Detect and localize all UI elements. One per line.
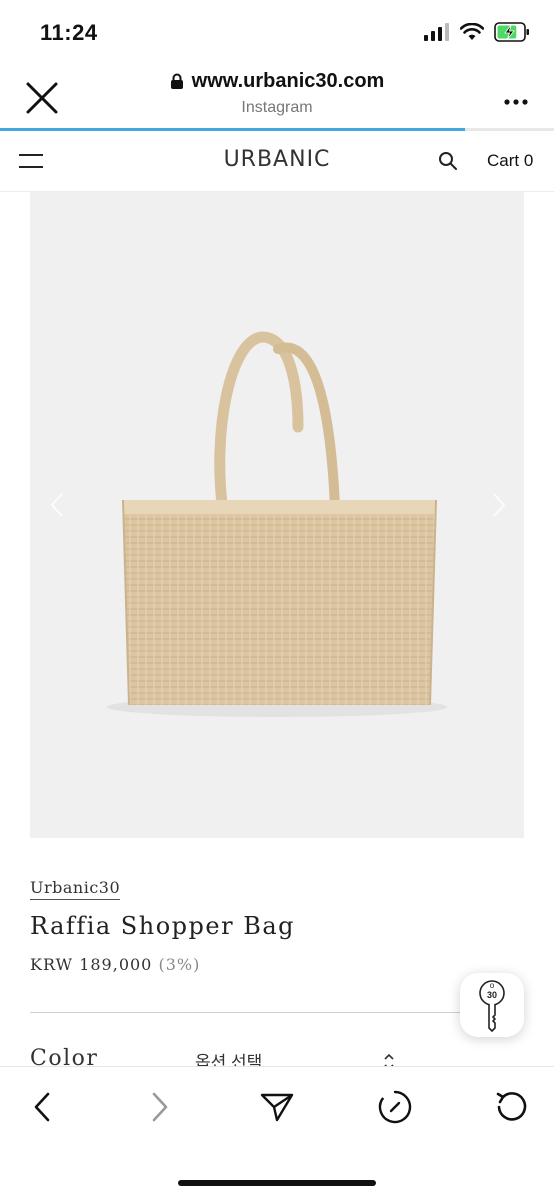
- price-currency: KRW: [30, 955, 74, 974]
- battery-charging-icon: [494, 22, 529, 42]
- cart-count: 0: [523, 151, 534, 170]
- chevron-right-icon: [493, 493, 506, 517]
- chevron-left-icon: [50, 493, 63, 517]
- price-value: 189,000: [79, 955, 153, 974]
- search-icon: [439, 152, 457, 170]
- cart-label: Cart: [487, 151, 520, 170]
- browser-bar: www.urbanic30.com Instagram: [0, 64, 554, 130]
- close-button[interactable]: [22, 78, 62, 118]
- product-title: Raffia Shopper Bag: [30, 912, 295, 940]
- key-icon: o 30: [479, 980, 505, 1032]
- price-discount: (3%): [158, 955, 201, 974]
- status-icons: [424, 22, 530, 42]
- more-icon: [504, 99, 528, 105]
- brand-link[interactable]: Urbanic30: [30, 878, 121, 900]
- raffia-bag-image: [107, 331, 447, 717]
- signal-icon: [424, 23, 449, 41]
- chevron-left-icon: [34, 1092, 50, 1122]
- slider-prev-button[interactable]: [50, 492, 64, 523]
- key-floating-button[interactable]: o 30: [460, 973, 524, 1037]
- lock-icon: [170, 73, 183, 89]
- browser-toolbar: [0, 1066, 554, 1201]
- status-time: 11:24: [40, 20, 98, 45]
- color-label: Color: [30, 1046, 99, 1068]
- wifi-icon: [460, 23, 484, 40]
- back-button[interactable]: [22, 1087, 62, 1127]
- home-indicator: [178, 1180, 376, 1186]
- site-header: URBANIC Cart 0: [0, 131, 554, 192]
- share-button[interactable]: [257, 1087, 297, 1127]
- close-icon: [26, 82, 58, 114]
- reload-icon: [496, 1092, 527, 1121]
- slider-next-button[interactable]: [492, 492, 506, 523]
- svg-text:o: o: [490, 981, 495, 990]
- menu-button[interactable]: [18, 151, 44, 171]
- timer-icon: [378, 1090, 412, 1124]
- product-image[interactable]: [30, 192, 524, 838]
- status-bar: 11:24: [0, 0, 554, 64]
- forward-button[interactable]: [140, 1087, 180, 1127]
- timer-button[interactable]: [375, 1087, 415, 1127]
- send-icon: [260, 1093, 294, 1122]
- reload-button[interactable]: [492, 1087, 532, 1127]
- url-subtitle: Instagram: [241, 99, 313, 116]
- site-logo: URBANIC: [223, 147, 331, 172]
- url-text: www.urbanic30.com: [191, 70, 385, 92]
- chevron-right-icon: [152, 1092, 168, 1122]
- address-bar[interactable]: www.urbanic30.com Instagram: [110, 70, 444, 117]
- more-button[interactable]: [504, 92, 528, 110]
- color-select[interactable]: 옵션 선택: [195, 1048, 262, 1068]
- divider: [30, 1012, 460, 1013]
- svg-text:30: 30: [487, 990, 497, 1000]
- product-price: KRW 189,000 (3%): [30, 955, 200, 974]
- menu-icon: [19, 154, 43, 168]
- search-button[interactable]: [438, 151, 458, 176]
- color-option-row: Color 옵션 선택: [30, 1044, 410, 1068]
- cart-link[interactable]: Cart 0: [487, 151, 533, 171]
